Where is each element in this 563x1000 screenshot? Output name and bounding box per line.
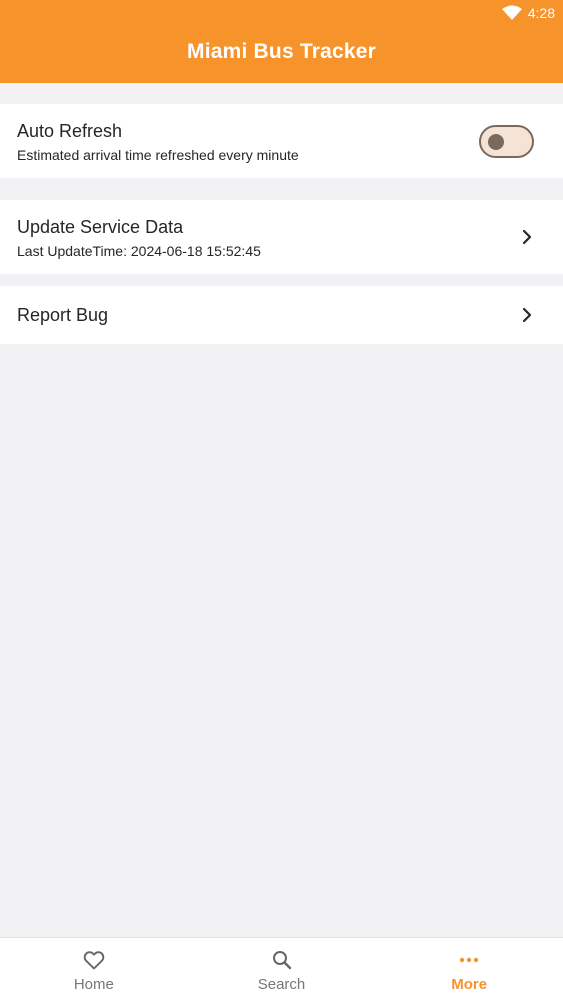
nav-label-home: Home <box>73 976 114 993</box>
app-bar: 4:28 Miami Bus Tracker <box>0 0 563 83</box>
bottom-nav: Home Search More <box>0 937 563 1000</box>
update-service-data-row[interactable]: Update Service Data Last UpdateTime: 202… <box>0 200 563 274</box>
last-update-time: Last UpdateTime: 2024-06-18 15:52:45 <box>17 243 261 259</box>
nav-item-home[interactable]: Home <box>0 938 188 1000</box>
chevron-right-icon <box>522 229 532 245</box>
report-bug-row[interactable]: Report Bug <box>0 286 563 344</box>
update-service-title: Update Service Data <box>17 217 184 237</box>
report-bug-title: Report Bug <box>17 305 109 325</box>
page-title: Miami Bus Tracker <box>187 40 376 63</box>
status-bar: 4:28 <box>501 4 555 22</box>
auto-refresh-subtitle: Estimated arrival time refreshed every m… <box>17 147 299 163</box>
nav-item-search[interactable]: Search <box>188 938 376 1000</box>
status-time: 4:28 <box>527 5 555 21</box>
chevron-right-icon <box>522 307 532 323</box>
auto-refresh-toggle[interactable] <box>479 125 534 158</box>
wifi-icon <box>501 5 522 20</box>
toggle-knob <box>488 134 504 150</box>
auto-refresh-row: Auto Refresh Estimated arrival time refr… <box>0 104 563 178</box>
auto-refresh-title: Auto Refresh <box>17 121 123 141</box>
heart-icon <box>83 951 105 970</box>
nav-label-search: Search <box>257 976 306 993</box>
more-dots-icon <box>459 957 479 963</box>
nav-item-more[interactable]: More <box>375 938 563 1000</box>
nav-label-more: More <box>451 976 488 993</box>
search-icon <box>272 951 291 970</box>
